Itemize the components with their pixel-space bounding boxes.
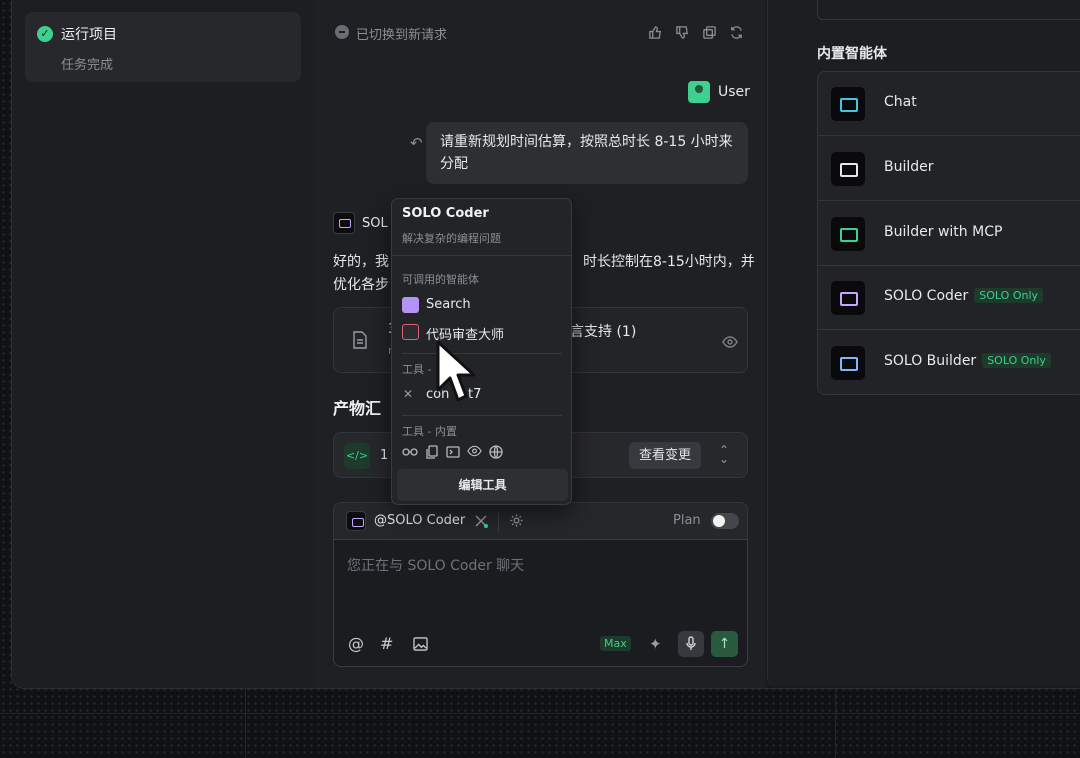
popup-subtitle: 解决复杂的编程问题 [402,232,501,245]
callable-agent-search[interactable]: Search [426,297,471,312]
edit-tools-button[interactable]: 编辑工具 [397,469,568,501]
agent-name: SOLO Builder [884,353,977,369]
builtin-agent-list: Chat Builder Builder with MCP SOLO Coder… [817,71,1080,395]
agent-row-chat[interactable]: Chat [818,72,1080,136]
agents-panel: 内置智能体 Chat Builder Builder with MCP SOLO… [767,0,1080,686]
thumbs-down-icon[interactable] [675,25,690,44]
solo-coder-agent-icon [831,281,865,315]
builtin-tool-icons [402,445,503,459]
chat-input-box[interactable]: 您正在与 SOLO Coder 聊天 @ # Max ✦ ↑ [333,539,748,667]
user-message-bubble: 请重新规划时间估算，按照总时长 8-15 小时来分配 [426,122,748,184]
solo-builder-agent-icon [831,346,865,380]
builtin-agents-heading: 内置智能体 [817,46,887,62]
chat-agent-icon [831,87,865,121]
reply-text-start: 好的，我 [333,254,389,270]
agent-name-with-badge: SOLO Builder SOLO Only [884,353,1051,369]
tool-wrench-icon: ✕ [403,387,414,401]
previous-section-edge [817,0,1080,20]
agent-row-builder-with-mcp[interactable]: Builder with MCP [818,202,1080,266]
undo-icon[interactable]: ↶ [410,134,423,152]
sparkle-icon[interactable]: ✦ [649,635,662,653]
search-agent-icon [402,297,419,313]
agent-label: SOL [362,216,388,231]
builder-agent-icon [831,152,865,186]
code-icon: </> [344,443,370,469]
thumbs-up-icon[interactable] [648,25,663,44]
reply-text-line2: 优化各步 [333,277,389,293]
globe-icon [489,445,503,459]
popup-title: SOLO Coder [402,206,489,221]
artifacts-heading: 产物汇 [333,399,382,418]
task-sidebar: ✓ 运行项目 任务完成 [12,0,315,688]
refresh-icon[interactable] [729,25,744,44]
plan-label: Plan [673,513,701,528]
agent-name-with-badge: SOLO Coder SOLO Only [884,288,1044,304]
builder-mcp-agent-icon [831,217,865,251]
task-card[interactable]: ✓ 运行项目 任务完成 [25,12,301,82]
gear-icon[interactable] [509,513,524,532]
canvas-grid-line [0,713,1080,714]
agent-row-builder[interactable]: Builder [818,137,1080,201]
agent-name: Builder with MCP [884,224,1003,240]
user-label: User [718,84,750,100]
tools-icon[interactable] [473,513,489,533]
header-divider [498,511,499,531]
composer-header: @SOLO Coder Plan [333,502,748,540]
view-changes-button[interactable]: 查看变更 [629,442,702,469]
canvas-grid-line [835,688,836,758]
popup-divider [402,353,562,354]
user-avatar [688,81,710,103]
agent-name: SOLO Coder [884,288,969,304]
agent-name: Builder [884,159,934,175]
copy-icon[interactable] [702,25,717,44]
mention-at-icon[interactable]: @ [348,634,364,653]
switched-notice: 已切换到新请求 [356,28,448,43]
popup-divider [392,255,571,256]
artifact-count: 1 [380,448,389,463]
canvas-grid-line [245,688,246,758]
mouse-cursor-icon [436,340,476,408]
document-icon [353,331,367,353]
glasses-icon [402,448,418,456]
agent-name: Chat [884,94,917,110]
builtin-tools-heading: 工具 - 内置 [402,425,457,438]
microphone-button[interactable] [678,631,704,657]
solo-coder-agent-icon [346,511,366,531]
terminal-icon [446,446,460,458]
chat-input-placeholder[interactable]: 您正在与 SOLO Coder 聊天 [347,555,524,575]
send-button[interactable]: ↑ [711,631,738,657]
expand-chevron-icon[interactable]: ⌃ ⌄ [719,444,729,465]
agent-row-solo-builder[interactable]: SOLO Builder SOLO Only [818,331,1080,394]
agent-info-popup: SOLO Coder 解决复杂的编程问题 可调用的智能体 Search 代码审查… [391,198,572,505]
plan-toggle[interactable] [711,513,739,529]
solo-only-badge: SOLO Only [974,288,1044,303]
agent-row-solo-coder[interactable]: SOLO Coder SOLO Only [818,266,1080,330]
reply-text-end: 时长控制在8-15小时内，并 [583,254,755,270]
files-icon [426,445,438,459]
preview-eye-icon [467,445,482,457]
image-icon[interactable] [413,636,428,655]
agent-mention[interactable]: @SOLO Coder [374,513,465,528]
solo-only-badge: SOLO Only [982,353,1051,368]
code-review-agent-icon [402,324,419,340]
task-status: 任务完成 [61,58,114,73]
check-circle-icon: ✓ [37,26,53,42]
minus-circle-icon [335,25,349,39]
callable-agents-heading: 可调用的智能体 [402,273,479,286]
mcp-tools-heading: 工具 - [402,363,432,376]
hash-icon[interactable]: # [380,634,393,653]
solo-coder-agent-icon [333,212,355,234]
popup-divider [402,415,562,416]
max-mode-badge[interactable]: Max [600,636,631,651]
eye-icon[interactable] [722,333,738,352]
file-card-title: 言支持 (1) [570,324,637,340]
task-title: 运行项目 [61,27,117,43]
